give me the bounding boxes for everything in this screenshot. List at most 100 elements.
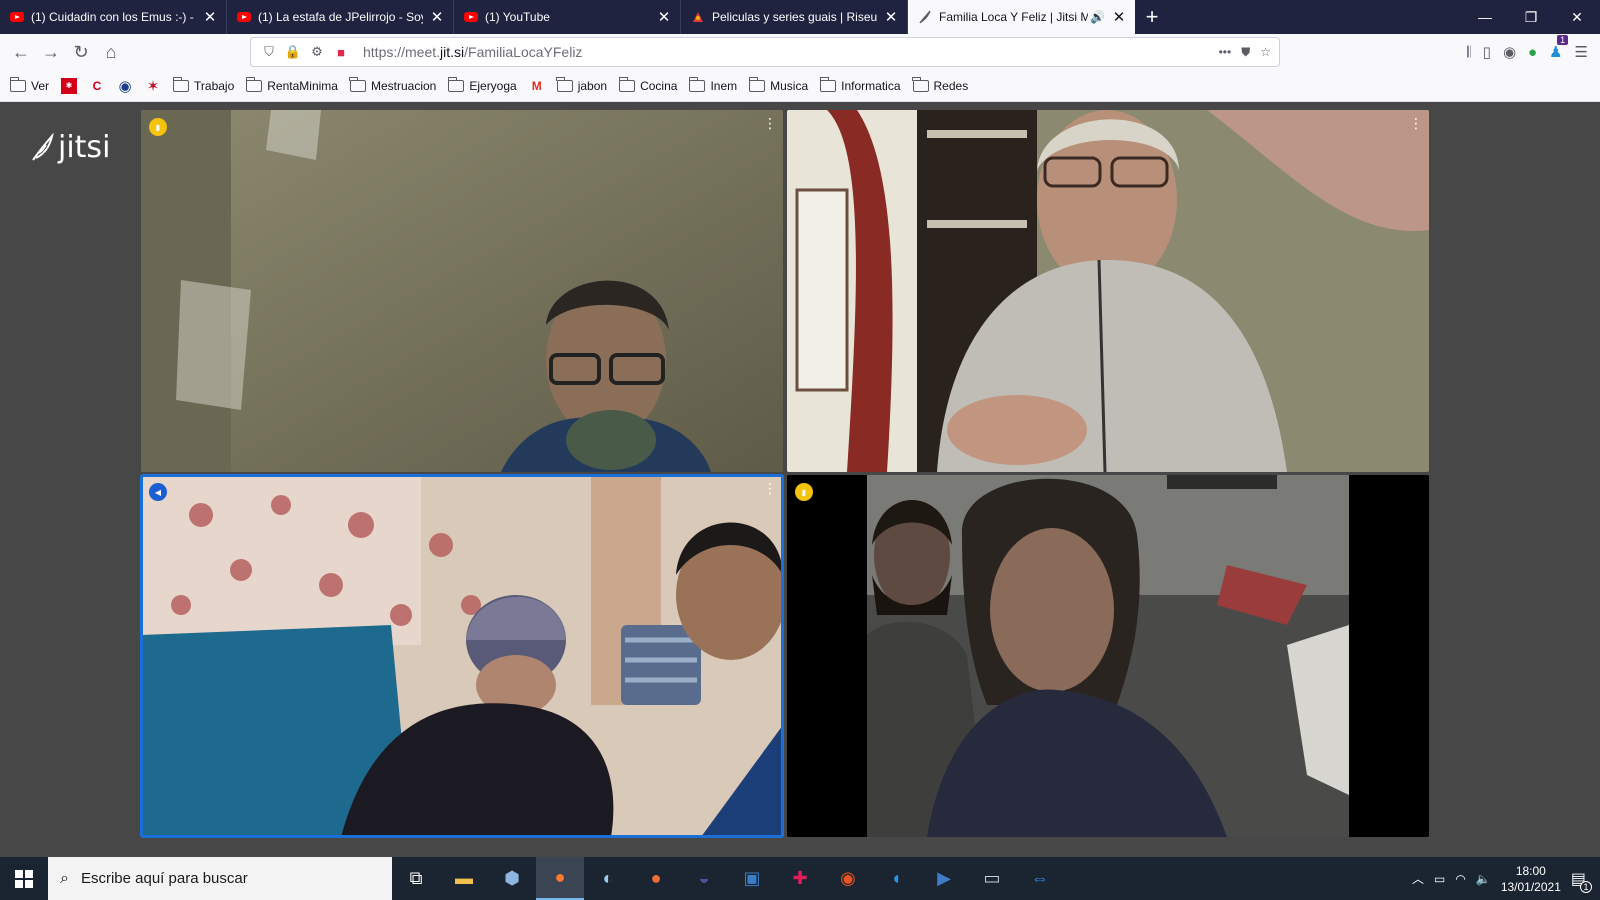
menu-icon[interactable]: ☰ (1575, 43, 1588, 61)
virtualbox-icon[interactable]: ⬢ (488, 857, 536, 900)
gmail-icon: M (531, 78, 542, 93)
clock[interactable]: 18:00 13/01/2021 (1501, 863, 1561, 895)
minimize-icon[interactable]: — (1462, 0, 1508, 34)
video-tile-bottom-left[interactable]: ◀ ⋮ (140, 474, 784, 838)
video-tile-bottom-right[interactable]: ▮ (787, 475, 1429, 837)
bookmark-jabon[interactable]: jabon (556, 76, 607, 93)
tile-menu-icon[interactable]: ⋮ (1409, 116, 1423, 130)
bookmark-redes[interactable]: Redes (912, 76, 968, 93)
pocket-icon[interactable]: ⛊ (1241, 45, 1250, 60)
tab-cuidadin[interactable]: (1) Cuidadin con los Emus :-) - ✕ (0, 0, 227, 34)
bookmark-trabajo[interactable]: Trabajo (172, 76, 234, 93)
search-placeholder: Escribe aquí para buscar (80, 870, 248, 887)
tab-riseup[interactable]: Peliculas y series guais | Riseup ✕ (681, 0, 908, 34)
folder-icon (748, 76, 766, 92)
docker-icon[interactable]: ◖ (872, 857, 920, 900)
extension-badge-icon[interactable]: ♟ 1 (1549, 35, 1569, 61)
bookmark-inem[interactable]: Inem (688, 76, 738, 93)
bookmark-cocina[interactable]: Cocina (618, 76, 678, 93)
volume-icon[interactable]: 🔈 (1476, 872, 1491, 886)
tab-title: Peliculas y series guais | Riseup (712, 10, 877, 24)
back-icon[interactable]: ← (6, 37, 36, 67)
video-tile-top-right[interactable]: ⋮ (787, 110, 1429, 472)
task-view-icon[interactable]: ⧉ (392, 857, 440, 900)
library-icon[interactable]: 𝄃 (1467, 44, 1470, 61)
account-icon[interactable]: ◉ (1503, 43, 1516, 61)
windows-start-icon[interactable] (0, 857, 48, 900)
sidebar-icon[interactable]: ▯ (1483, 43, 1491, 61)
bookmark-mestruacion[interactable]: Mestruacion (349, 76, 436, 93)
url-prefix: https://meet. (363, 44, 441, 60)
battery-icon[interactable]: ▭ (1434, 872, 1445, 886)
folder-icon (349, 76, 366, 92)
bookmark-ejeryoga[interactable]: Ejeryoga (447, 76, 517, 93)
camera-icon[interactable]: ■ (331, 42, 351, 62)
notifications-icon[interactable]: ▤ 1 (1571, 869, 1592, 893)
bookmark-c[interactable]: C (89, 78, 105, 94)
riseup-icon (691, 10, 705, 24)
terminal-icon[interactable]: ▭ (968, 857, 1016, 900)
speaker-icon[interactable]: 🔊 (1090, 10, 1105, 24)
permissions-icon[interactable]: ⚙ (307, 42, 327, 62)
bookmark-musica[interactable]: Musica (748, 76, 808, 93)
url-text[interactable]: https://meet.jit.si/FamiliaLocaYFeliz (363, 44, 582, 60)
shield-icon[interactable]: ⛉ (259, 42, 279, 62)
new-tab-button[interactable]: + (1135, 0, 1169, 34)
tray-overflow-icon[interactable]: ︿ (1412, 870, 1424, 887)
firefox-icon[interactable]: ● (536, 857, 584, 900)
slack-icon[interactable]: ✚ (776, 857, 824, 900)
jitsi-logo[interactable]: jitsi (30, 130, 110, 165)
bookmark-ver[interactable]: Ver (9, 76, 50, 93)
participant-video (141, 110, 783, 472)
close-window-icon[interactable]: ✕ (1554, 0, 1600, 34)
bookmark-label: Inem (710, 78, 738, 93)
swift-icon[interactable]: ● (632, 857, 680, 900)
tab-estafa[interactable]: (1) La estafa de JPelirrojo - Soy ✕ (227, 0, 454, 34)
taskbar-search-box[interactable]: ⌕ Escribe aquí para buscar (48, 857, 392, 900)
clock-date: 13/01/2021 (1500, 879, 1561, 894)
ubuntu-icon[interactable]: ◉ (824, 857, 872, 900)
file-explorer-icon[interactable]: ▬ (440, 857, 488, 900)
tab-youtube[interactable]: (1) YouTube ✕ (454, 0, 681, 34)
home-icon[interactable]: ⌂ (96, 37, 126, 67)
folder-icon (245, 76, 263, 92)
bookmark-label: Cocina (640, 78, 678, 93)
folder-icon (9, 76, 26, 92)
bookmark-madrid[interactable]: ✱ (61, 77, 78, 94)
restore-icon[interactable]: ❐ (1508, 0, 1554, 34)
reload-icon[interactable]: ↻ (66, 37, 96, 67)
bookmark-star[interactable]: ✶ (145, 78, 161, 95)
speaker-indicator-icon[interactable]: ◀ (149, 483, 167, 501)
powershell-icon[interactable]: ▶ (920, 857, 968, 900)
forward-icon[interactable]: → (36, 37, 66, 67)
extension-icon[interactable]: ● (1528, 44, 1537, 61)
bookmark-informatica[interactable]: Informatica (819, 76, 901, 93)
tab-strip: (1) Cuidadin con los Emus :-) - ✕ (1) La… (0, 0, 1600, 34)
connection-indicator-icon[interactable]: ▮ (149, 118, 167, 136)
close-icon[interactable]: ✕ (656, 9, 672, 25)
url-path: /FamiliaLocaYFeliz (464, 44, 583, 60)
close-icon[interactable]: ✕ (202, 9, 218, 25)
close-icon[interactable]: ✕ (883, 9, 899, 25)
tile-menu-icon[interactable]: ⋮ (763, 116, 777, 130)
wifi-icon[interactable]: ◠ (1455, 872, 1465, 886)
bookmark-label: Ver (31, 78, 50, 93)
video-tile-top-left[interactable]: ▮ ⋮ (141, 110, 783, 472)
mysql-workbench-icon[interactable]: ▣ (728, 857, 776, 900)
close-icon[interactable]: ✕ (429, 9, 445, 25)
paint-icon[interactable]: ◐ (584, 857, 632, 900)
tab-jitsi[interactable]: Familia Loca Y Feliz | Jitsi Meet 🔊 ✕ (908, 0, 1135, 34)
bookmark-star-icon[interactable]: ☆ (1260, 45, 1271, 59)
bookmark-rentaminima[interactable]: RentaMinima (245, 76, 338, 93)
tile-menu-icon[interactable]: ⋮ (763, 481, 777, 495)
teamviewer-icon[interactable]: ⇔ (1016, 857, 1064, 900)
lock-icon[interactable]: 🔒 (283, 42, 303, 62)
url-bar[interactable]: ⛉ 🔒 ⚙ ■ https://meet.jit.si/FamiliaLocaY… (250, 37, 1280, 67)
close-icon[interactable]: ✕ (1111, 9, 1127, 25)
youtube-icon (10, 10, 24, 24)
connection-indicator-icon[interactable]: ▮ (795, 483, 813, 501)
bookmark-gmail[interactable]: M (529, 78, 545, 94)
page-actions-icon[interactable]: ••• (1219, 45, 1232, 59)
eclipse-icon[interactable]: ◒ (680, 857, 728, 900)
bookmark-circle[interactable]: ◉ (117, 78, 133, 95)
